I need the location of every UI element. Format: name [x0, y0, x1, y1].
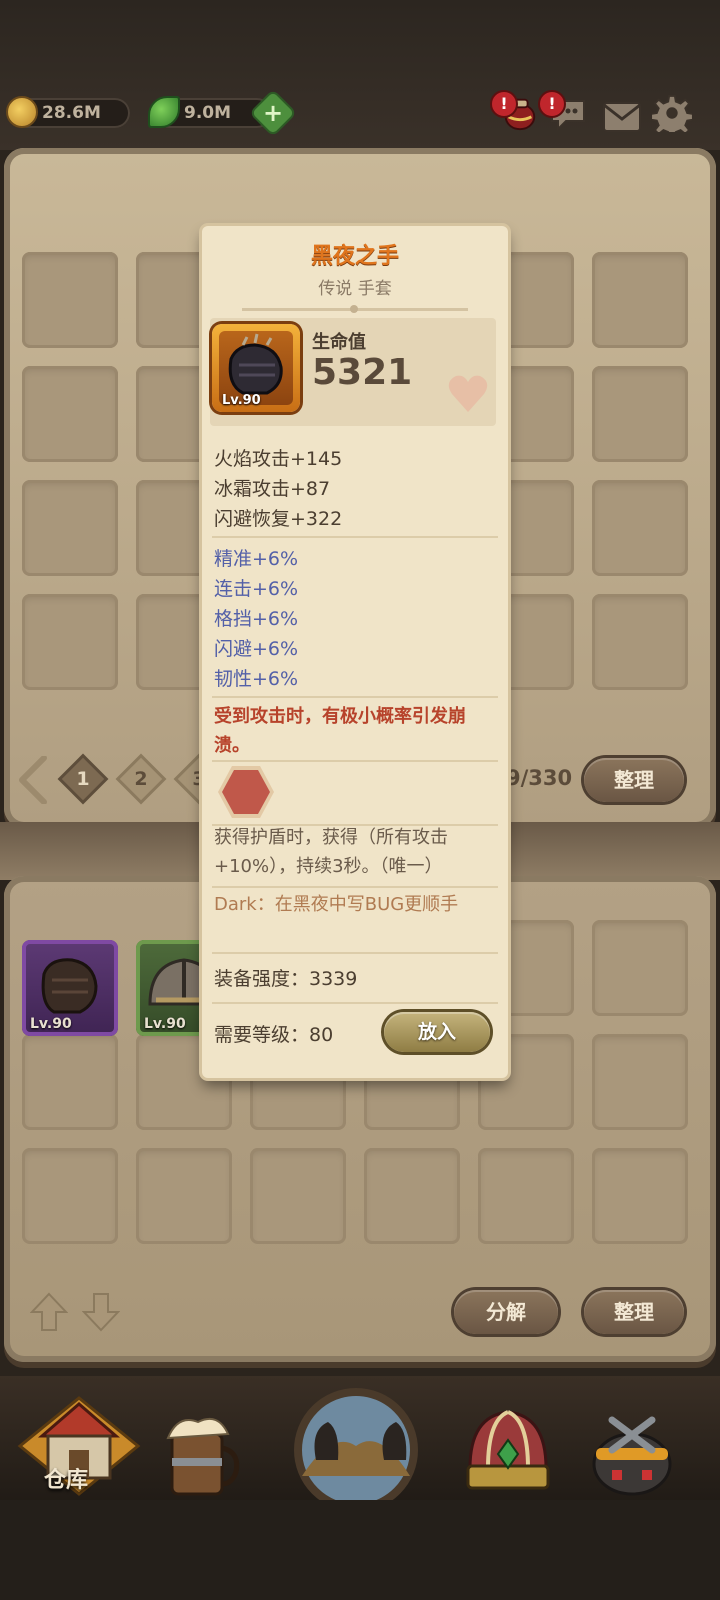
- page-1-label: 1: [76, 768, 90, 790]
- empty-bag-slot[interactable]: [592, 252, 688, 348]
- empty-equipment-slot[interactable]: [250, 1148, 346, 1244]
- empty-bag-slot[interactable]: [22, 480, 118, 576]
- nav-tavern-mug-icon[interactable]: [148, 1398, 248, 1508]
- empty-bag-slot[interactable]: [592, 594, 688, 690]
- empty-bag-slot[interactable]: [592, 480, 688, 576]
- sort-button-top[interactable]: 整理: [584, 758, 684, 802]
- divider: [212, 696, 498, 698]
- gold-coin-icon: [6, 96, 38, 128]
- sub-attribute-line: 精准+6%: [214, 548, 299, 570]
- nav-shop-dome-icon[interactable]: [458, 1398, 558, 1508]
- leaf-value: 9.0M: [184, 103, 232, 123]
- plus-icon: +: [262, 99, 284, 127]
- empty-equipment-slot[interactable]: [364, 1148, 460, 1244]
- empty-equipment-slot[interactable]: [478, 1148, 574, 1244]
- alert-badge-2: !: [538, 90, 566, 118]
- empty-equipment-slot[interactable]: [592, 920, 688, 1016]
- divider: [212, 536, 498, 538]
- empty-bag-slot[interactable]: [22, 594, 118, 690]
- move-up-arrow-icon[interactable]: [30, 1292, 68, 1332]
- put-in-button[interactable]: 放入: [384, 1012, 490, 1052]
- add-leaf-button[interactable]: +: [251, 91, 295, 135]
- header-divider-dot: [350, 305, 358, 313]
- item-rarity-type: 传说 手套: [318, 279, 392, 299]
- divider: [212, 760, 498, 762]
- main-stat-label: 生命值: [312, 332, 366, 353]
- mail-icon[interactable]: [602, 98, 642, 136]
- flavor-text: Dark：在黑夜中写BUG更顺手: [214, 894, 459, 915]
- empty-equipment-slot[interactable]: [592, 1034, 688, 1130]
- capacity-counter: 9/330: [506, 766, 573, 790]
- page-2-label: 2: [134, 768, 148, 790]
- sub-attribute-line: 闪避+6%: [214, 638, 299, 660]
- prev-page-arrow-icon[interactable]: [18, 756, 48, 804]
- page-2-button[interactable]: 2: [119, 757, 163, 801]
- nav-adventure-portal-icon[interactable]: [276, 1380, 436, 1510]
- sub-attribute-line: 格挡+6%: [214, 608, 299, 630]
- gauntlet-item-slot[interactable]: Lv.90: [22, 940, 118, 1036]
- page-1-button[interactable]: 1: [61, 757, 105, 801]
- heart-watermark-icon: [448, 375, 488, 412]
- alert-badge-1: !: [490, 90, 518, 118]
- attribute-line: 冰霜攻击+87: [214, 478, 331, 500]
- settings-gear-icon[interactable]: [652, 94, 692, 132]
- divider: [212, 1002, 498, 1004]
- divider: [212, 886, 498, 888]
- required-level: 需要等级：80: [214, 1024, 334, 1046]
- item-level-label: Lv.90: [30, 1016, 72, 1032]
- attribute-line: 火焰攻击+145: [214, 448, 343, 470]
- gold-counter: 28.6M: [6, 96, 130, 128]
- empty-equipment-slot[interactable]: [136, 1148, 232, 1244]
- socket-effect-text: 获得护盾时，获得（所有攻击+10%），持续3秒。（唯一）: [214, 827, 448, 877]
- top-bar: 28.6M 9.0M + ! !: [0, 0, 720, 150]
- item-level-label: Lv.90: [144, 1016, 186, 1032]
- item-name: 黑夜之手: [310, 244, 399, 269]
- equipment-power: 装备强度：3339: [214, 968, 358, 990]
- bottom-strip: [0, 1500, 720, 1600]
- special-effect-text: 受到攻击时，有极小概率引发崩溃。: [214, 706, 466, 756]
- gold-value: 28.6M: [42, 103, 101, 123]
- divider: [212, 952, 498, 954]
- move-down-arrow-icon[interactable]: [82, 1292, 120, 1332]
- decompose-button[interactable]: 分解: [454, 1290, 558, 1334]
- nav-warehouse-label: 仓库: [44, 1468, 89, 1493]
- item-tooltip-card: 黑夜之手 传说 手套 Lv.90 生命值 5321 火焰攻击+145 冰霜攻击+…: [202, 226, 508, 1078]
- item-level-badge: Lv.90: [222, 393, 261, 408]
- empty-bag-slot[interactable]: [592, 366, 688, 462]
- empty-equipment-slot[interactable]: [592, 1148, 688, 1244]
- sub-attribute-line: 连击+6%: [214, 578, 299, 600]
- nav-forge-cauldron-icon[interactable]: [582, 1398, 682, 1508]
- attribute-line: 闪避恢复+322: [214, 508, 343, 530]
- item-icon-frame: Lv.90: [212, 324, 300, 412]
- leaf-icon: [148, 96, 180, 128]
- sort-button-bottom[interactable]: 整理: [584, 1290, 684, 1334]
- empty-bag-slot[interactable]: [22, 252, 118, 348]
- empty-bag-slot[interactable]: [22, 366, 118, 462]
- sub-attribute-line: 韧性+6%: [214, 668, 299, 690]
- empty-equipment-slot[interactable]: [22, 1148, 118, 1244]
- main-stat-value: 5321: [312, 352, 413, 393]
- empty-equipment-slot[interactable]: [22, 1034, 118, 1130]
